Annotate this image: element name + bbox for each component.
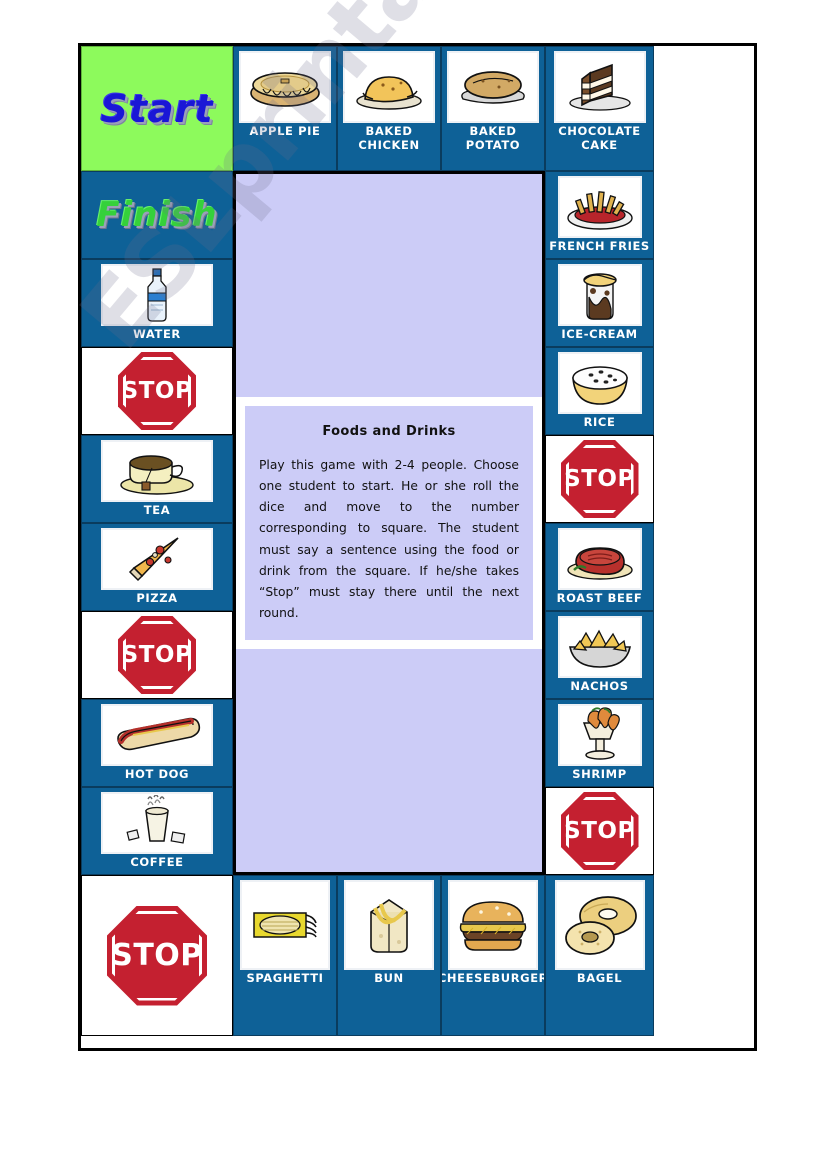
board-cell-label: BAGEL <box>576 971 623 985</box>
board-cell-coffee[interactable]: COFFEE <box>81 787 233 875</box>
board-cell-bun[interactable]: BUN <box>337 875 441 1036</box>
stop-sign-icon: STOP <box>82 612 232 698</box>
cake-slice-icon <box>553 51 646 123</box>
board-cell-stop-right-2[interactable]: STOP <box>545 787 654 875</box>
start-label: Start <box>100 86 214 131</box>
roast-beef-icon <box>557 528 642 590</box>
board-game: Start APPLE PIE BAKED CHICKEN BAKED POTA… <box>78 43 757 1051</box>
pie-icon <box>239 51 331 123</box>
board-cell-label: ICE-CREAM <box>561 327 638 341</box>
stop-sign-icon: STOP <box>82 348 232 434</box>
board-cell-stop-bottom[interactable]: STOP <box>81 875 233 1036</box>
stop-label: STOP <box>121 378 193 404</box>
finish-label: Finish <box>96 195 218 235</box>
board-cell-spaghetti[interactable]: SPAGHETTI <box>233 875 337 1036</box>
board-cell-bagel[interactable]: BAGEL <box>545 875 654 1036</box>
board-cell-baked-potato[interactable]: BAKED POTATO <box>441 46 545 171</box>
board-cell-shrimp[interactable]: SHRIMP <box>545 699 654 787</box>
ice-cream-icon <box>557 264 642 326</box>
board-cell-label: RICE <box>583 415 616 429</box>
stop-label: STOP <box>111 938 203 973</box>
board-cell-label: PIZZA <box>136 591 178 605</box>
spaghetti-icon <box>240 880 330 970</box>
stop-label: STOP <box>564 818 635 844</box>
board-cell-label: COFFEE <box>130 855 184 869</box>
stop-sign-icon: STOP <box>546 788 653 874</box>
board-cell-cheeseburger[interactable]: CHEESEBURGER <box>441 875 545 1036</box>
board-cell-label: BAKED POTATO <box>465 124 521 153</box>
coffee-cup-icon <box>101 792 213 854</box>
potato-icon <box>447 51 539 123</box>
instructions-box: Foods and Drinks Play this game with 2-4… <box>236 396 542 650</box>
instructions-panel: Foods and Drinks Play this game with 2-4… <box>233 171 545 875</box>
board-cell-label: BUN <box>374 971 404 985</box>
board-cell-ice-cream[interactable]: ICE-CREAM <box>545 259 654 347</box>
stop-sign-icon: STOP <box>546 436 653 522</box>
chicken-icon <box>343 51 435 123</box>
board-cell-label: NACHOS <box>570 679 629 693</box>
water-bottle-icon <box>101 264 213 326</box>
board-cell-water[interactable]: WATER <box>81 259 233 347</box>
board-cell-label: HOT DOG <box>124 767 190 781</box>
board-cell-stop-left-2[interactable]: STOP <box>81 611 233 699</box>
board-cell-apple-pie[interactable]: APPLE PIE <box>233 46 337 171</box>
board-cell-stop-left-1[interactable]: STOP <box>81 347 233 435</box>
board-cell-label: CHOCOLATE CAKE <box>558 124 641 153</box>
rice-bowl-icon <box>557 352 642 414</box>
board-cell-pizza[interactable]: PIZZA <box>81 523 233 611</box>
board-cell-baked-chicken[interactable]: BAKED CHICKEN <box>337 46 441 171</box>
board-cell-label: WATER <box>133 327 181 341</box>
stop-sign-icon: STOP <box>82 876 232 1035</box>
hot-dog-icon <box>101 704 213 766</box>
shrimp-cocktail-icon <box>557 704 642 766</box>
board-cell-label: SHRIMP <box>572 767 627 781</box>
teacup-icon <box>101 440 213 502</box>
nachos-icon <box>557 616 642 678</box>
board-cell-stop-right-1[interactable]: STOP <box>545 435 654 523</box>
board-cell-french-fries[interactable]: FRENCH FRIES <box>545 171 654 259</box>
board-cell-label: CHEESEBURGER <box>441 971 545 985</box>
board-cell-label: ROAST BEEF <box>556 591 643 605</box>
board-cell-nachos[interactable]: NACHOS <box>545 611 654 699</box>
stop-label: STOP <box>564 466 635 492</box>
board-cell-label: TEA <box>143 503 171 517</box>
bun-icon <box>344 880 434 970</box>
board-cell-label: FRENCH FRIES <box>549 239 650 253</box>
board-cell-label: APPLE PIE <box>249 124 321 138</box>
pizza-slice-icon <box>101 528 213 590</box>
board-cell-tea[interactable]: TEA <box>81 435 233 523</box>
stop-label: STOP <box>121 642 193 668</box>
board-cell-chocolate-cake[interactable]: CHOCOLATE CAKE <box>545 46 654 171</box>
worksheet-page: Start APPLE PIE BAKED CHICKEN BAKED POTA… <box>0 0 821 1169</box>
board-cell-start[interactable]: Start <box>81 46 233 171</box>
cheeseburger-icon <box>448 880 538 970</box>
instructions-text: Play this game with 2-4 people. Choose o… <box>259 457 519 620</box>
board-cell-label: BAKED CHICKEN <box>358 124 420 153</box>
board-cell-rice[interactable]: RICE <box>545 347 654 435</box>
board-cell-roast-beef[interactable]: ROAST BEEF <box>545 523 654 611</box>
instructions-title: Foods and Drinks <box>322 423 456 439</box>
board-cell-hot-dog[interactable]: HOT DOG <box>81 699 233 787</box>
board-cell-finish[interactable]: Finish <box>81 171 233 259</box>
fries-icon <box>557 176 642 238</box>
bagel-icon <box>554 880 645 970</box>
board-cell-label: SPAGHETTI <box>246 971 324 985</box>
